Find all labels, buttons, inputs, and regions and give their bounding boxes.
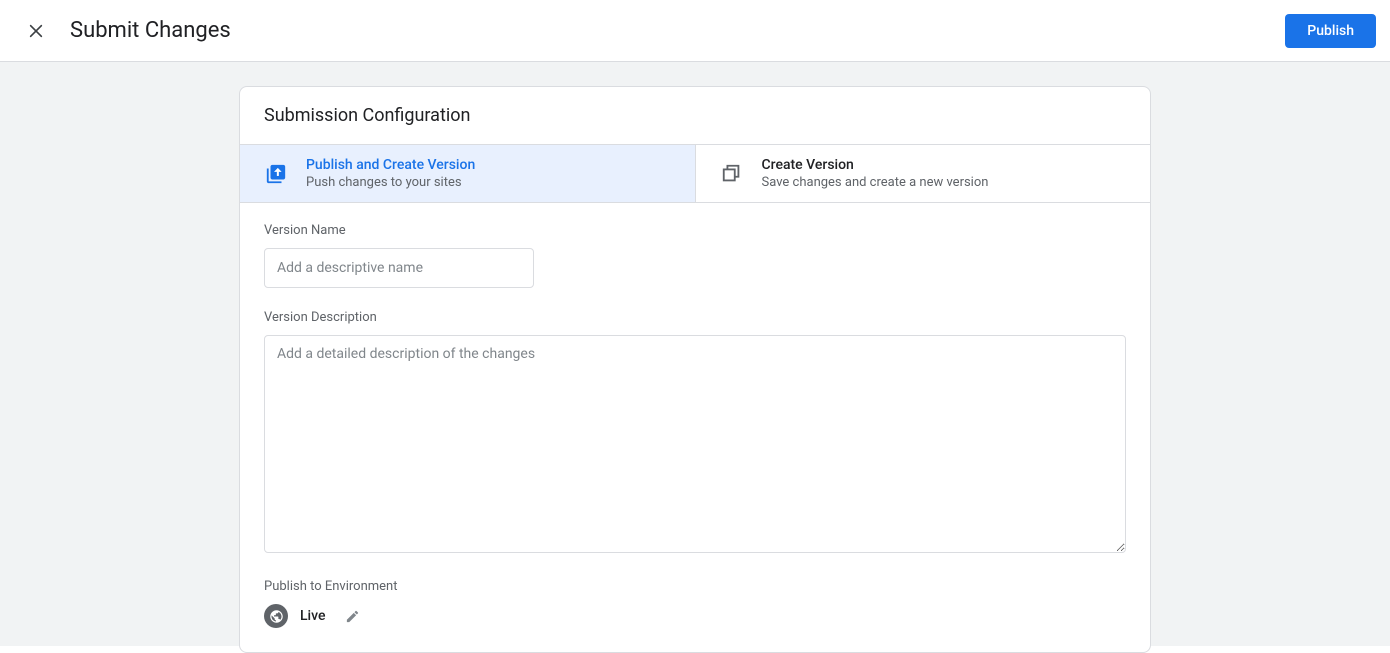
pencil-icon — [345, 609, 360, 624]
globe-icon — [264, 604, 288, 628]
publish-environment-label: Publish to Environment — [264, 579, 1126, 594]
close-button[interactable] — [24, 19, 48, 43]
card-title: Submission Configuration — [264, 105, 1126, 126]
tab-text-group: Publish and Create Version Push changes … — [306, 157, 475, 190]
version-description-group: Version Description — [264, 310, 1126, 557]
tab-subtitle: Push changes to your sites — [306, 175, 475, 190]
publish-environment-group: Publish to Environment Live — [264, 579, 1126, 628]
environment-name: Live — [300, 608, 325, 624]
version-description-label: Version Description — [264, 310, 1126, 325]
tab-text-group: Create Version Save changes and create a… — [762, 157, 989, 190]
publish-upload-icon — [264, 162, 288, 186]
tab-subtitle: Save changes and create a new version — [762, 175, 989, 190]
submission-tabs: Publish and Create Version Push changes … — [240, 145, 1150, 203]
version-description-input[interactable] — [264, 335, 1126, 553]
dialog-header: Submit Changes Publish — [0, 0, 1390, 62]
card-header: Submission Configuration — [240, 87, 1150, 145]
create-version-icon — [720, 162, 744, 186]
version-name-group: Version Name — [264, 223, 1126, 288]
tab-title: Create Version — [762, 157, 989, 173]
environment-row: Live — [264, 604, 1126, 628]
version-name-label: Version Name — [264, 223, 1126, 238]
header-left: Submit Changes — [24, 18, 231, 43]
publish-button[interactable]: Publish — [1285, 14, 1376, 48]
edit-environment-button[interactable] — [343, 607, 361, 625]
tab-create-version[interactable]: Create Version Save changes and create a… — [696, 145, 1151, 202]
config-card: Submission Configuration Publish and Cre… — [239, 86, 1151, 653]
tab-publish-and-create-version[interactable]: Publish and Create Version Push changes … — [240, 145, 696, 202]
dialog-title: Submit Changes — [70, 18, 231, 43]
dialog-body: Submission Configuration Publish and Cre… — [0, 62, 1390, 646]
version-name-input[interactable] — [264, 248, 534, 288]
form-area: Version Name Version Description Publish… — [240, 203, 1150, 652]
close-icon — [28, 23, 44, 39]
tab-title: Publish and Create Version — [306, 157, 475, 173]
